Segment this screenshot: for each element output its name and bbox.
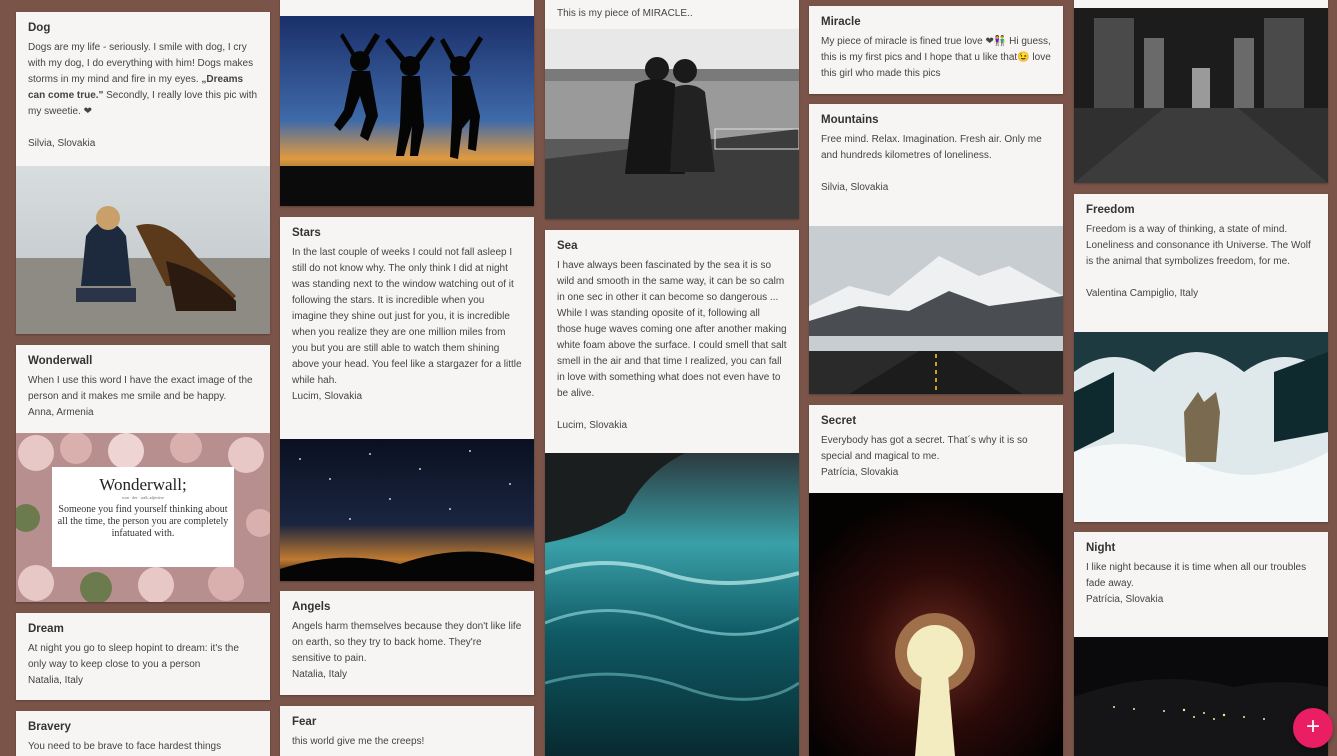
post-title: Sea xyxy=(557,240,578,252)
post-body: Dogs are my life - seriously. I smile wi… xyxy=(28,42,258,117)
post-body: I have always been fascinated by the sea… xyxy=(557,260,787,399)
post-title: Miracle xyxy=(821,16,861,28)
post-body: Angels harm themselves because they don'… xyxy=(292,621,522,664)
post-card-secret[interactable]: Secret Everybody has got a secret. That´… xyxy=(809,405,1063,756)
post-photo-stormy-sea xyxy=(545,453,799,756)
post-photo-couple-by-river xyxy=(545,29,799,219)
post-body: Everybody has got a secret. That´s why i… xyxy=(821,435,1028,462)
post-body: My piece of miracle is fined true love ❤… xyxy=(821,36,1051,79)
post-photo-night-street xyxy=(1074,8,1328,183)
post-author: Patrícia, Slovakia xyxy=(1086,594,1164,605)
post-body: When I use this word I have the exact im… xyxy=(28,375,253,402)
post-author: Silvia, Slovakia xyxy=(28,138,96,149)
post-title: Angels xyxy=(292,601,331,613)
wonderwall-quote-box: Wonderwall; won · der · wall, adjective … xyxy=(52,467,234,567)
post-author: Valentina Campiglio, Italy xyxy=(1086,288,1199,299)
post-title: Dream xyxy=(28,623,64,635)
post-title: Stars xyxy=(292,227,321,239)
post-card-night[interactable]: Night I like night because it is time wh… xyxy=(1074,532,1328,756)
post-card-bravery[interactable]: Bravery You need to be brave to face har… xyxy=(16,711,270,756)
post-title: Wonderwall xyxy=(28,355,93,367)
post-body: Freedom is a way of thinking, a state of… xyxy=(1086,224,1311,267)
post-author: Silvia, Slovakia xyxy=(821,182,889,193)
post-card-jumping-friends[interactable] xyxy=(280,0,534,206)
post-title: Night xyxy=(1086,542,1116,554)
post-photo-glowing-keyhole xyxy=(809,493,1063,756)
post-author: Patrícia, Slovakia xyxy=(821,467,899,478)
post-title: Freedom xyxy=(1086,204,1135,216)
post-card-mountains[interactable]: Mountains Free mind. Relax. Imagination.… xyxy=(809,104,1063,394)
post-photo-mountain-road xyxy=(809,226,1063,394)
post-photo-girl-with-dog xyxy=(16,166,270,334)
post-author: Lucim, Slovakia xyxy=(557,420,628,431)
post-body: At night you go to sleep hopint to dream… xyxy=(28,643,239,670)
post-author: Natalia, Italy xyxy=(292,669,348,680)
post-card-fear[interactable]: Fear this world give me the creeps! xyxy=(280,706,534,756)
post-photo-wonderwall: Wonderwall; won · der · wall, adjective … xyxy=(16,433,270,602)
post-card-night-street[interactable] xyxy=(1074,0,1328,183)
post-card-miracle-couple[interactable]: This is my piece of MIRACLE.. xyxy=(545,0,799,219)
post-title: Mountains xyxy=(821,114,879,126)
post-title: Fear xyxy=(292,716,317,728)
add-post-button[interactable]: + xyxy=(1293,708,1333,748)
post-card-sea[interactable]: Sea I have always been fascinated by the… xyxy=(545,230,799,756)
post-card-dog[interactable]: Dog Dogs are my life - seriously. I smil… xyxy=(16,12,270,334)
post-photo-night-city-lights xyxy=(1074,637,1328,756)
post-photo-starry-sky xyxy=(280,439,534,581)
post-body: You need to be brave to face hardest thi… xyxy=(28,741,222,752)
post-photo-jumping-silhouettes xyxy=(280,16,534,206)
post-body: this world give me the creeps! xyxy=(292,736,425,747)
post-card-wonderwall[interactable]: Wonderwall When I use this word I have t… xyxy=(16,345,270,602)
post-author: Natalia, Italy xyxy=(28,675,84,686)
post-author: Lucim, Slovakia xyxy=(292,391,363,402)
post-card-dream[interactable]: Dream At night you go to sleep hopint to… xyxy=(16,613,270,700)
post-body: I like night because it is time when all… xyxy=(1086,562,1307,589)
post-card-freedom[interactable]: Freedom Freedom is a way of thinking, a … xyxy=(1074,194,1328,522)
post-title: Secret xyxy=(821,415,857,427)
post-author: Anna, Armenia xyxy=(28,407,94,418)
post-body: Free mind. Relax. Imagination. Fresh air… xyxy=(821,134,1042,161)
post-body: In the last couple of weeks I could not … xyxy=(292,247,522,386)
post-body: This is my piece of MIRACLE.. xyxy=(557,8,693,19)
post-photo-wolf-in-snow xyxy=(1074,332,1328,522)
post-card-angels[interactable]: Angels Angels harm themselves because th… xyxy=(280,591,534,695)
post-title: Dog xyxy=(28,22,51,34)
post-card-miracle[interactable]: Miracle My piece of miracle is fined tru… xyxy=(809,6,1063,94)
post-title: Bravery xyxy=(28,721,71,733)
post-card-stars[interactable]: Stars In the last couple of weeks I coul… xyxy=(280,217,534,581)
plus-icon: + xyxy=(1305,713,1320,740)
